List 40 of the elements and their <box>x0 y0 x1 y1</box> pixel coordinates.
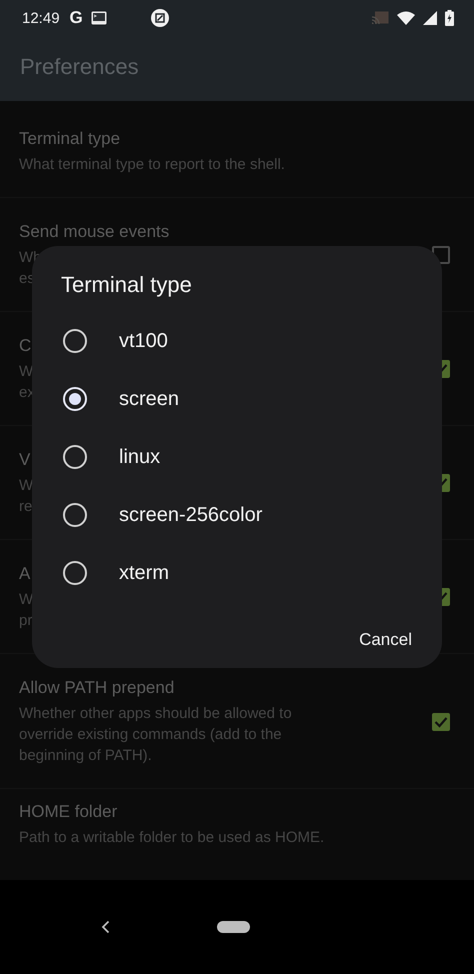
radio-option[interactable]: xterm <box>32 544 442 602</box>
preference-title: Terminal type <box>19 128 120 150</box>
radio-button[interactable] <box>63 445 87 469</box>
preference-title: V <box>19 449 30 471</box>
preference-title: HOME folder <box>19 801 118 823</box>
option-label: screen-256color <box>119 504 262 526</box>
terminal-icon <box>90 11 107 25</box>
preference-summary: W re <box>19 476 34 517</box>
radio-button[interactable] <box>63 329 87 353</box>
wifi-icon <box>397 11 415 25</box>
edit-box-icon <box>150 9 169 27</box>
signal-icon <box>423 11 437 25</box>
radio-option[interactable]: screen <box>32 370 442 428</box>
preference-summary: W pr <box>19 590 34 631</box>
screen-title: Preferences <box>20 54 139 80</box>
preference-title: C <box>19 335 32 357</box>
preference-summary: What terminal type to report to the shell. <box>19 155 285 175</box>
status-time: 12:49 <box>22 10 60 26</box>
preference-title: Send mouse events <box>19 221 170 243</box>
preference-title: A <box>19 563 30 585</box>
home-handle[interactable] <box>217 921 250 933</box>
notification-letter: G <box>70 8 83 28</box>
back-icon[interactable] <box>101 920 110 934</box>
dialog-title: Terminal type <box>61 272 192 299</box>
preference-title: Allow PATH prepend <box>19 677 174 699</box>
option-label: linux <box>119 446 160 468</box>
radio-button[interactable] <box>63 387 87 411</box>
preference-summary: Path to a writable folder to be used as HOME. <box>19 828 324 848</box>
radio-button[interactable] <box>63 561 87 585</box>
radio-option[interactable]: linux <box>32 428 442 486</box>
preference-summary: Whether other apps should be allowed to override existing commands (add to the beginning of PATH). <box>19 704 292 766</box>
cast-icon <box>372 11 389 25</box>
radio-option[interactable]: screen-256color <box>32 486 442 544</box>
option-label: vt100 <box>119 330 168 352</box>
radio-option[interactable]: vt100 <box>32 312 442 370</box>
battery-charging-icon <box>445 10 454 26</box>
radio-button[interactable] <box>63 503 87 527</box>
option-label: screen <box>119 388 180 410</box>
option-label: xterm <box>119 562 169 584</box>
checkbox[interactable] <box>432 712 450 730</box>
